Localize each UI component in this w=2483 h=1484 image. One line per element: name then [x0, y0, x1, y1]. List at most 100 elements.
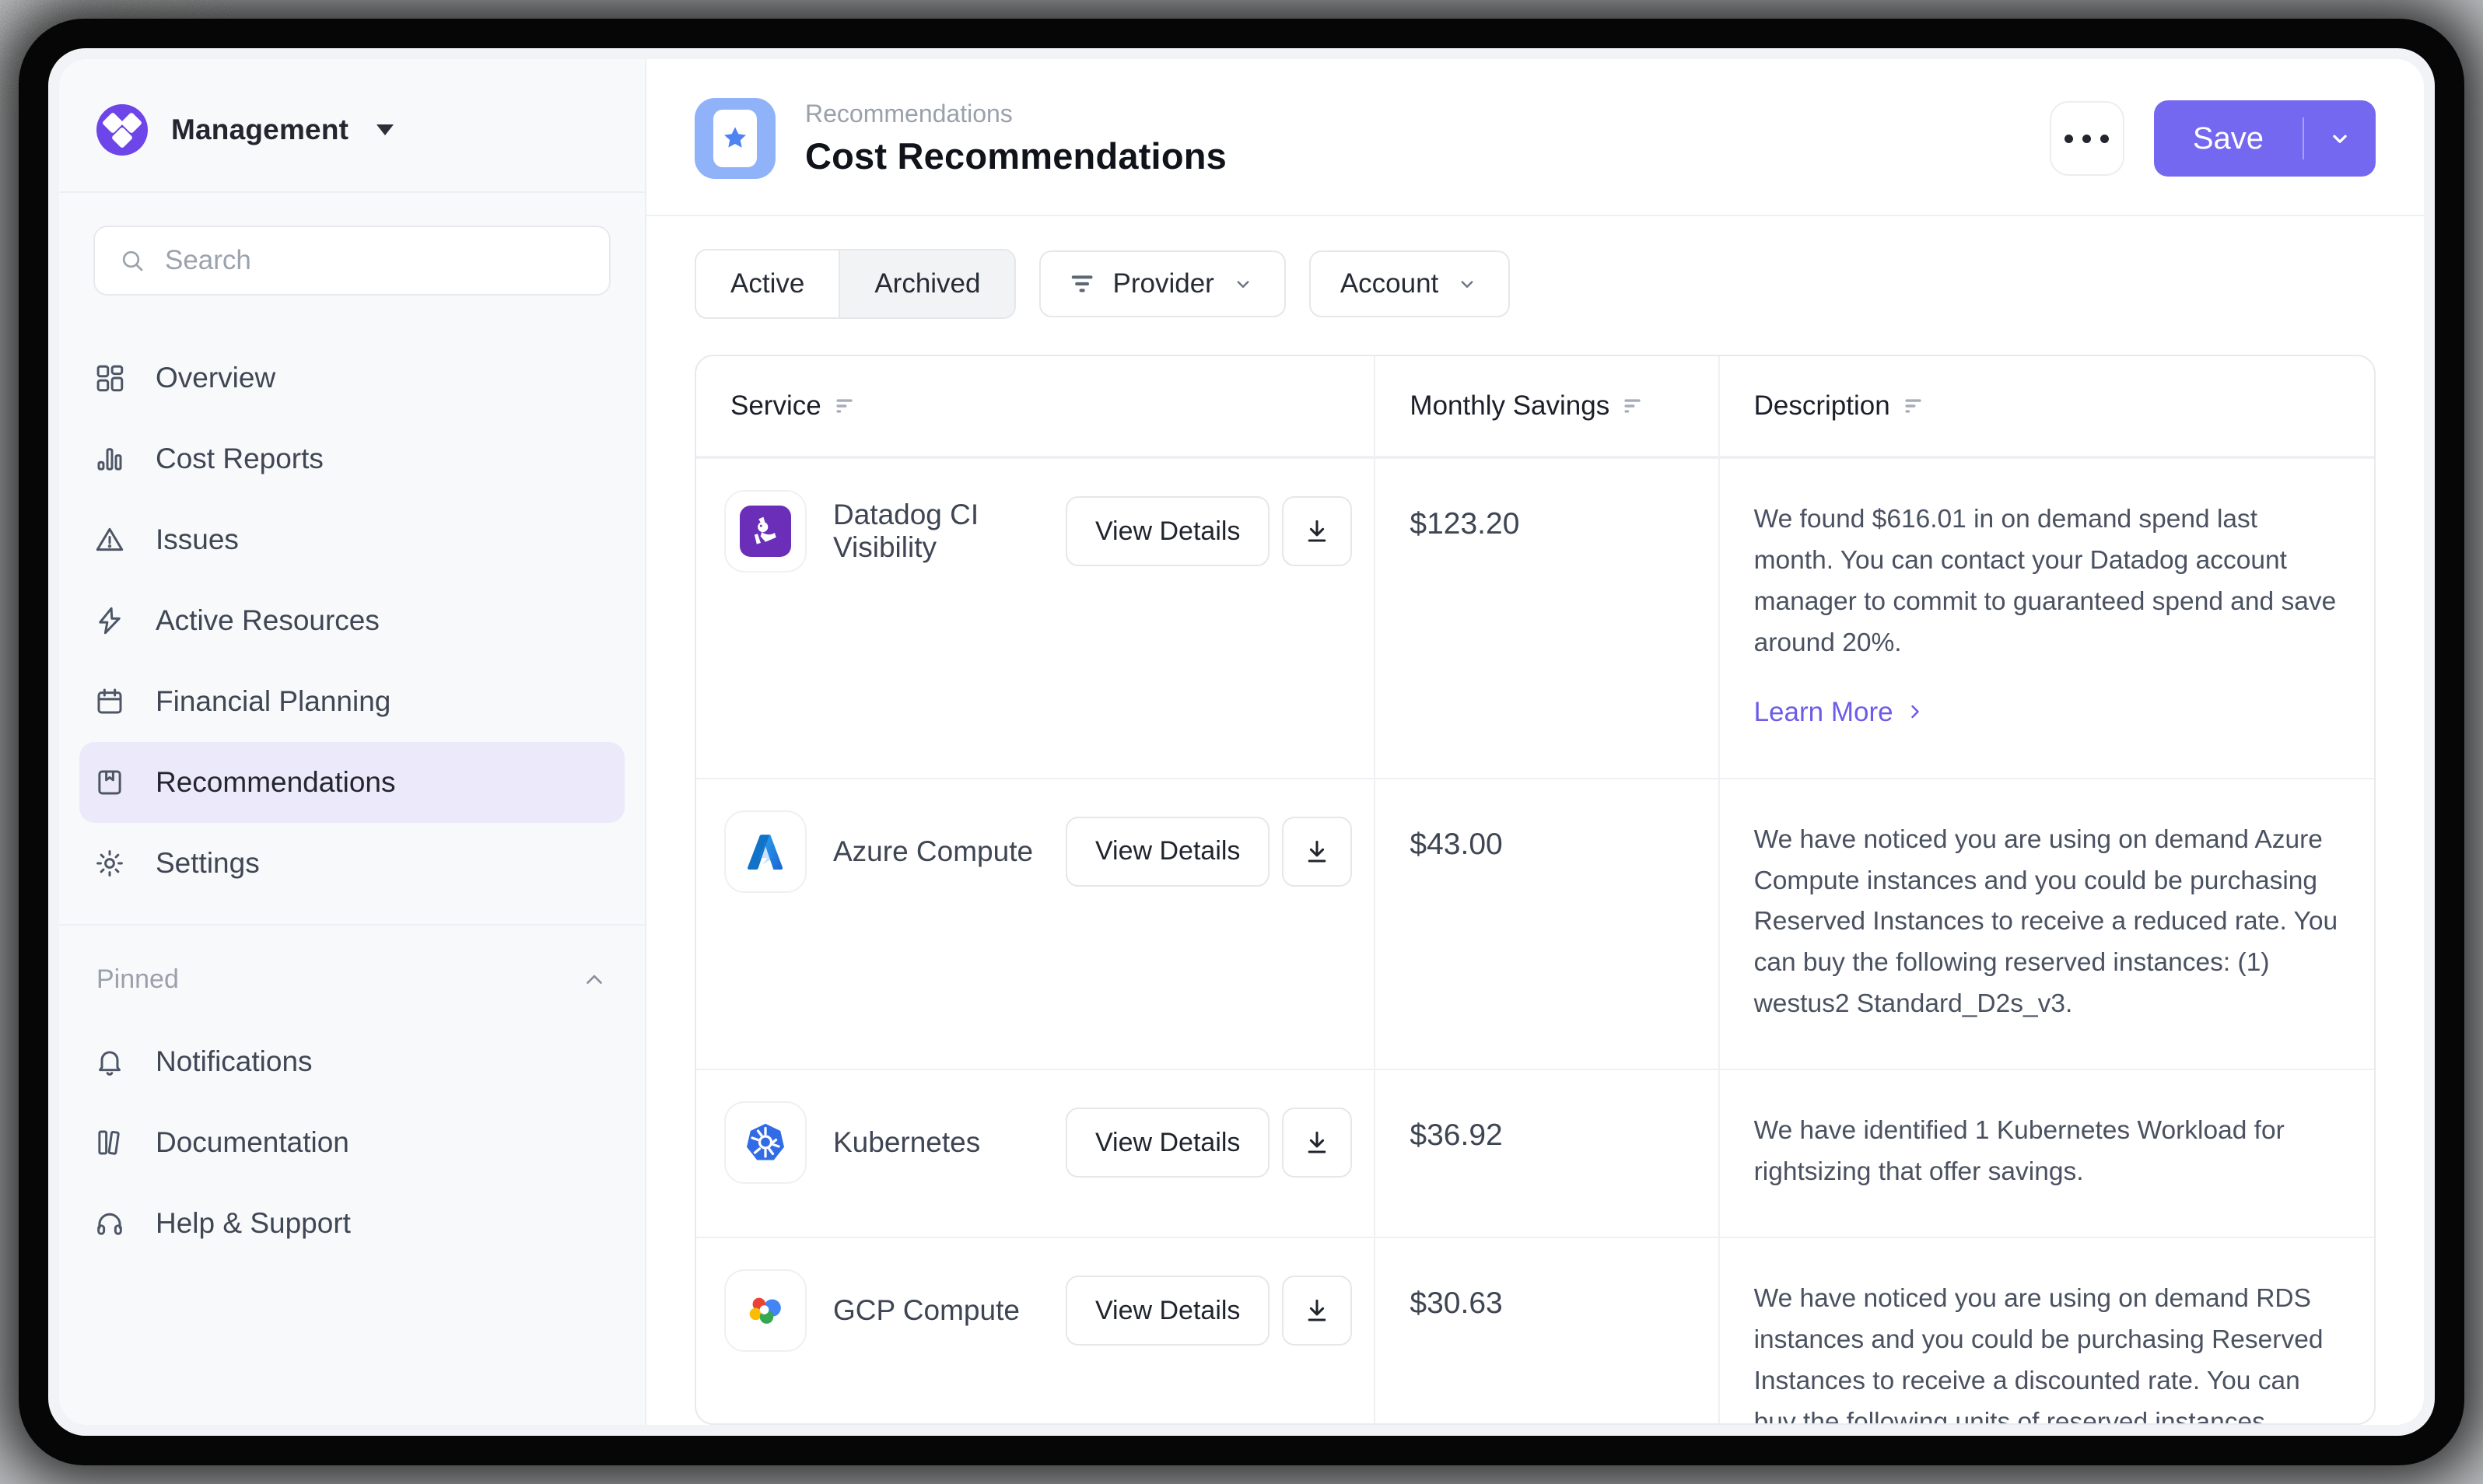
sort-icon — [835, 397, 856, 415]
service-logo-chip — [724, 1269, 807, 1352]
sidebar-item-financial-planning[interactable]: Financial Planning — [59, 661, 645, 742]
recommendation-description: We found $616.01 in on demand spend last… — [1754, 505, 2337, 657]
bookmark-icon — [93, 766, 126, 799]
page-icon — [695, 98, 776, 179]
tab-archived[interactable]: Archived — [839, 250, 1014, 317]
search-icon — [118, 247, 146, 275]
lightning-icon — [93, 604, 126, 637]
azure-icon — [743, 829, 788, 874]
download-icon — [1302, 1296, 1332, 1325]
gear-icon — [93, 847, 126, 880]
sidebar-item-label: Active Resources — [156, 604, 380, 637]
sidebar-item-label: Recommendations — [156, 766, 395, 799]
workspace-logo — [96, 104, 148, 156]
download-button[interactable] — [1282, 1108, 1352, 1178]
sidebar-item-active-resources[interactable]: Active Resources — [59, 580, 645, 661]
service-logo-chip — [724, 810, 807, 893]
sidebar-item-settings[interactable]: Settings — [59, 823, 645, 904]
bar-chart-icon — [93, 443, 126, 475]
books-icon — [93, 1126, 126, 1159]
sidebar-item-overview[interactable]: Overview — [59, 338, 645, 418]
monthly-savings-value: $123.20 — [1374, 459, 1718, 778]
pinned-section-header[interactable]: Pinned — [59, 924, 645, 1017]
sort-icon — [1904, 397, 1924, 415]
sidebar-item-label: Settings — [156, 847, 260, 880]
sidebar-item-issues[interactable]: Issues — [59, 499, 645, 580]
sidebar-item-label: Issues — [156, 523, 239, 556]
star-icon — [720, 124, 750, 153]
status-segmented-control: Active Archived — [695, 249, 1016, 319]
save-split-button: Save — [2154, 100, 2376, 177]
main-content: Recommendations Cost Recommendations Sav… — [646, 59, 2424, 1425]
table-row: Kubernetes View Details $36.92 We have i… — [696, 1069, 2374, 1237]
gcp-icon — [743, 1288, 788, 1333]
sidebar-item-help-support[interactable]: Help & Support — [59, 1183, 645, 1264]
sidebar-item-recommendations[interactable]: Recommendations — [79, 742, 625, 823]
caret-down-icon — [376, 124, 394, 135]
tab-active[interactable]: Active — [696, 250, 839, 317]
provider-filter-label: Provider — [1112, 268, 1213, 299]
sidebar-item-label: Documentation — [156, 1126, 349, 1159]
service-name: GCP Compute — [833, 1294, 1066, 1327]
breadcrumb: Recommendations — [805, 100, 1227, 128]
chevron-right-icon — [1904, 701, 1926, 723]
column-header-monthly-savings[interactable]: Monthly Savings — [1374, 356, 1718, 456]
download-button[interactable] — [1282, 817, 1352, 887]
table-row: GCP Compute View Details $30.63 We have … — [696, 1237, 2374, 1425]
headphones-icon — [93, 1207, 126, 1240]
filter-icon — [1070, 271, 1095, 296]
service-logo-chip — [724, 490, 807, 572]
page-title: Cost Recommendations — [805, 135, 1227, 177]
learn-more-link[interactable]: Learn More — [1754, 691, 1926, 733]
sidebar-item-notifications[interactable]: Notifications — [59, 1021, 645, 1102]
app-window: Management Overview Cost Reports Issues — [48, 48, 2435, 1436]
monthly-savings-value: $36.92 — [1374, 1070, 1718, 1237]
more-actions-button[interactable] — [2050, 101, 2124, 176]
divider — [59, 191, 645, 193]
recommendations-table: Service Monthly Savings Description — [695, 355, 2376, 1425]
download-button[interactable] — [1282, 1276, 1352, 1346]
save-button[interactable]: Save — [2154, 100, 2303, 177]
bell-icon — [93, 1045, 126, 1078]
sidebar-item-label: Help & Support — [156, 1207, 351, 1240]
download-button[interactable] — [1282, 496, 1352, 566]
sidebar-item-documentation[interactable]: Documentation — [59, 1102, 645, 1183]
sidebar-item-label: Notifications — [156, 1045, 313, 1078]
table-header-row: Service Monthly Savings Description — [696, 356, 2374, 457]
search-input[interactable] — [165, 245, 586, 276]
recommendation-description: We have noticed you are using on demand … — [1718, 1238, 2374, 1425]
datadog-icon — [740, 506, 791, 557]
sidebar-item-label: Overview — [156, 362, 275, 394]
page-header: Recommendations Cost Recommendations Sav… — [646, 59, 2424, 216]
sidebar-item-cost-reports[interactable]: Cost Reports — [59, 418, 645, 499]
table-row: Azure Compute View Details $43.00 We hav… — [696, 778, 2374, 1069]
warning-icon — [93, 523, 126, 556]
save-dropdown-button[interactable] — [2304, 100, 2376, 177]
provider-filter-button[interactable]: Provider — [1039, 250, 1285, 317]
filter-bar: Active Archived Provider Account — [646, 216, 2424, 347]
service-name: Kubernetes — [833, 1126, 1066, 1159]
calendar-icon — [93, 685, 126, 718]
pinned-label: Pinned — [96, 964, 179, 995]
sidebar: Management Overview Cost Reports Issues — [59, 59, 646, 1425]
search-input-wrap[interactable] — [93, 226, 611, 296]
column-header-description[interactable]: Description — [1718, 356, 2374, 456]
kubernetes-icon — [742, 1119, 789, 1166]
workspace-switcher[interactable]: Management — [59, 59, 645, 191]
account-filter-button[interactable]: Account — [1309, 250, 1510, 317]
monthly-savings-value: $30.63 — [1374, 1238, 1718, 1425]
recommendation-description: We have noticed you are using on demand … — [1718, 779, 2374, 1069]
view-details-button[interactable]: View Details — [1066, 1108, 1270, 1178]
view-details-button[interactable]: View Details — [1066, 496, 1270, 566]
view-details-button[interactable]: View Details — [1066, 817, 1270, 887]
download-icon — [1302, 837, 1332, 866]
service-logo-chip — [724, 1101, 807, 1184]
sidebar-nav: Overview Cost Reports Issues Active Reso… — [59, 338, 645, 904]
view-details-button[interactable]: View Details — [1066, 1276, 1270, 1346]
recommendation-description: We have identified 1 Kubernetes Workload… — [1718, 1070, 2374, 1237]
chevron-down-icon — [1455, 272, 1479, 296]
column-header-service[interactable]: Service — [696, 356, 1374, 456]
workspace-name: Management — [171, 114, 348, 146]
monthly-savings-value: $43.00 — [1374, 779, 1718, 1069]
chevron-down-icon — [2327, 125, 2353, 152]
